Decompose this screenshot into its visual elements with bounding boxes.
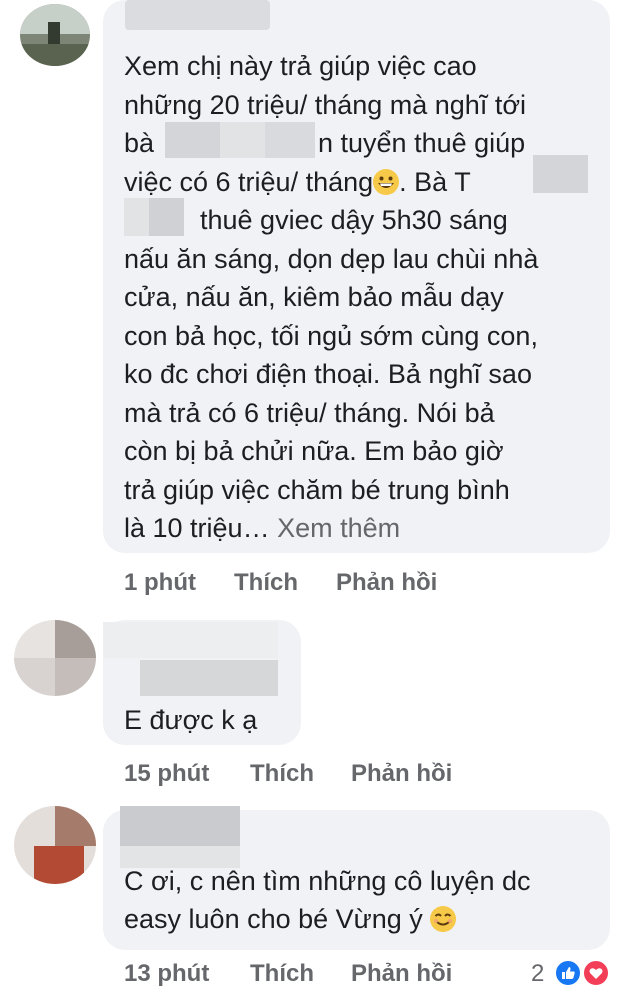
redacted-name [165, 122, 220, 158]
like-button[interactable]: Thích [250, 760, 314, 788]
smiling-face-icon [430, 906, 457, 932]
comment-line: cửa, nấu ăn, kiêm bảo mẫu dạy [124, 282, 504, 312]
comment-line: mà trả có 6 triệu/ tháng. Nói bả [124, 398, 495, 428]
comment-line: C ơi, c nên tìm những cô luyện dc [124, 866, 531, 896]
redacted-name [124, 198, 149, 236]
avatar[interactable] [14, 620, 96, 696]
comment-line: ko đc chơi điện thoại. Bả nghĩ sao [124, 359, 532, 389]
like-reaction-icon[interactable] [554, 959, 582, 987]
reaction-count[interactable]: 2 [531, 960, 544, 988]
comment-line-text: là 10 triệu… [124, 513, 270, 543]
see-more-link[interactable]: Xem thêm [277, 513, 400, 543]
comment-line: là 10 triệu… Xem thêm [124, 509, 400, 548]
comment-line: con bả học, tối ngủ sớm cùng con, [124, 321, 538, 351]
comment-line: việc có 6 triệu/ tháng . Bà T [124, 163, 471, 202]
comment-line: n tuyển thuê giúp [318, 128, 526, 158]
comment-line: trả giúp việc chăm bé trung bình [124, 475, 510, 505]
comment-line-text: việc có 6 triệu/ tháng [124, 167, 374, 197]
comment-line-text: easy luôn cho bé Vừng ý [124, 904, 423, 934]
comment-line-text: . Bà T [399, 167, 471, 197]
author-name-blurred[interactable] [120, 806, 240, 846]
comment-line: nấu ăn sáng, dọn dẹp lau chùi nhà [124, 244, 539, 274]
redacted-name [220, 122, 265, 158]
comment-text: E được k ạ [124, 705, 258, 735]
timestamp[interactable]: 15 phút [124, 760, 209, 788]
comment-line: Xem chị này trả giúp việc cao [124, 51, 477, 81]
reply-button[interactable]: Phản hồi [351, 760, 452, 788]
timestamp[interactable]: 13 phút [124, 960, 209, 988]
author-name-blurred[interactable] [140, 660, 278, 696]
comment-line: thuê gviec dậy 5h30 sáng [200, 205, 508, 235]
comment-line: bà [124, 128, 155, 158]
redacted-name [533, 155, 588, 193]
like-button[interactable]: Thích [250, 960, 314, 988]
timestamp[interactable]: 1 phút [124, 569, 196, 597]
grinning-face-icon [373, 169, 400, 195]
like-button[interactable]: Thích [234, 569, 298, 597]
reply-button[interactable]: Phản hồi [336, 569, 437, 597]
author-name-blurred[interactable] [103, 622, 278, 658]
reply-button[interactable]: Phản hồi [351, 960, 452, 988]
comment-line: còn bị bả chửi nữa. Em bảo giờ [124, 436, 504, 466]
love-reaction-icon[interactable] [582, 959, 610, 987]
redacted-name [265, 122, 315, 158]
redacted-name [149, 198, 184, 236]
avatar[interactable] [20, 4, 90, 66]
comment-line: easy luôn cho bé Vừng ý [124, 900, 457, 939]
comment-line: những 20 triệu/ tháng mà nghĩ tới [124, 90, 527, 120]
author-name-blurred[interactable] [125, 0, 270, 30]
avatar[interactable] [14, 806, 96, 884]
